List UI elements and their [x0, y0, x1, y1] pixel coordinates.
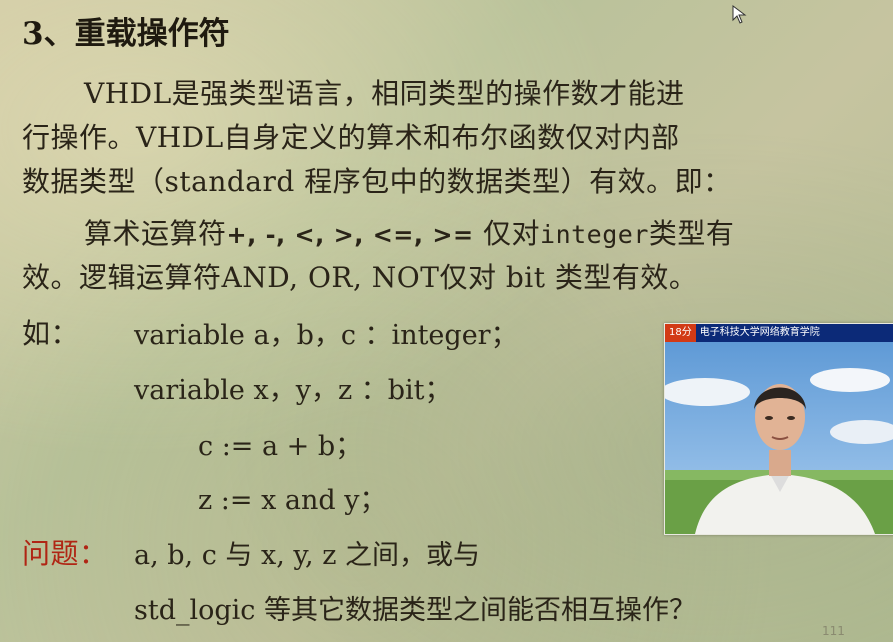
code-line-3: c := a + b； [198, 431, 363, 462]
para1-line2: 行操作。VHDL自身定义的算术和布尔函数仅对内部 [22, 121, 680, 154]
question-label: 问题： [22, 537, 108, 570]
code-line-4: z := x and y； [198, 485, 387, 516]
lecturer-video[interactable]: 18分 电子科技大学网络教育学院 [664, 323, 893, 535]
para2-line1: 算术运算符+, -, <, >, <=, >= 仅对integer类型有 [84, 212, 734, 252]
video-time-badge: 18分 [665, 324, 696, 342]
para2-prefix: 算术运算符 [84, 217, 227, 250]
video-channel: 电子科技大学网络教育学院 [699, 327, 820, 338]
para1-line3: 数据类型（standard 程序包中的数据类型）有效。即： [22, 165, 732, 198]
code-line-2: variable x，y，z ：bit； [134, 375, 452, 406]
slide-title: 3、重载操作符 [22, 16, 230, 52]
para1-line1: VHDL是强类型语言，相同类型的操作数才能进 [84, 77, 685, 110]
page-number: 111 [822, 624, 845, 638]
video-title-bar: 18分 电子科技大学网络教育学院 [665, 324, 893, 342]
question-line-2: std_logic 等其它数据类型之间能否相互操作？ [134, 595, 697, 626]
para2-operators: +, -, <, >, <=, >= [226, 221, 474, 249]
para2-suffix: 类型有 [648, 217, 735, 250]
video-frame [665, 342, 893, 534]
para2-integer: integer [540, 220, 649, 249]
example-label: 如： [22, 317, 80, 350]
question-line-1: a, b, c 与 x, y, z 之间，或与 [134, 540, 481, 571]
code-line-1: variable a，b，c ：integer； [134, 320, 518, 351]
mouse-pointer-icon [731, 5, 751, 25]
para2-line2: 效。逻辑运算符AND, OR, NOT仅对 bit 类型有效。 [22, 261, 698, 294]
para2-mid: 仅对 [473, 217, 541, 250]
